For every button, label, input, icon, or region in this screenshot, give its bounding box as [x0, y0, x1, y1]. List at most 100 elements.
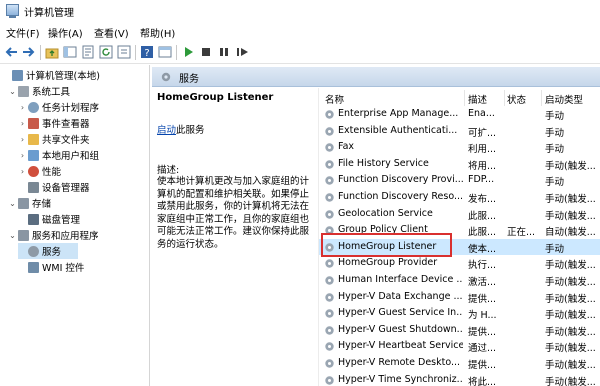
tree-item-task-scheduler[interactable]: › 任务计划程序 [18, 99, 99, 115]
service-startup-type: 手动(触发... [545, 194, 596, 205]
menu-action[interactable]: 操作(A) [48, 25, 83, 40]
service-description: 通过... [468, 343, 497, 355]
chevron-down-icon[interactable]: ⌄ [8, 87, 17, 96]
service-row[interactable]: Human Interface Device ... 激活... 手动(触发... [319, 272, 600, 289]
chevron-down-icon[interactable]: ⌄ [8, 199, 17, 208]
tree-item-services[interactable]: 服务 [18, 243, 78, 259]
column-divider[interactable] [504, 90, 505, 106]
up-folder-icon[interactable] [45, 45, 59, 59]
tree-item-local-users-groups[interactable]: › 本地用户和组 [18, 147, 99, 163]
service-row[interactable]: Hyper-V Heartbeat Service 通过... 手动(触发... [319, 338, 600, 355]
service-startup-type: 手动(触发... [545, 326, 596, 338]
service-name: Human Interface Device ... [338, 274, 463, 285]
start-service-link[interactable]: 启动 [157, 125, 176, 136]
menu-help[interactable]: 帮助(H) [140, 25, 175, 40]
service-gear-icon [325, 359, 334, 368]
refresh-icon[interactable] [99, 45, 113, 59]
chevron-right-icon[interactable]: › [18, 135, 27, 144]
chevron-right-icon[interactable]: › [18, 103, 27, 112]
service-row[interactable]: Hyper-V Data Exchange ... 提供... 手动(触发... [319, 289, 600, 306]
column-header-description[interactable]: 描述 [468, 92, 487, 106]
navigation-tree: 计算机管理(本地) ⌄ 系统工具 › 任务计划程序 › 事件查看器 › 共享文件… [0, 65, 150, 386]
disk-icon [28, 213, 39, 225]
column-divider[interactable] [541, 90, 542, 106]
stop-service-icon[interactable] [199, 45, 213, 59]
service-row[interactable]: Hyper-V Time Synchroniz... 将此... 手动(触发... [319, 372, 600, 386]
tree-item-shared-folders[interactable]: › 共享文件夹 [18, 131, 90, 147]
service-row[interactable]: Hyper-V Guest Shutdown... 提供... 手动(触发... [319, 322, 600, 339]
gear-icon [161, 72, 171, 82]
tree-item-disk-management[interactable]: 磁盘管理 [18, 211, 80, 227]
toolbar-separator [135, 45, 136, 60]
service-row[interactable]: Function Discovery Reso... 发布... 手动(触发... [319, 189, 600, 206]
column-divider[interactable] [464, 90, 465, 106]
show-hide-tree-icon[interactable] [63, 45, 77, 59]
service-name: HomeGroup Listener [338, 240, 437, 252]
tree-item-label: 本地用户和组 [42, 151, 100, 162]
service-gear-icon [325, 276, 334, 285]
tree-item-label: 磁盘管理 [42, 215, 81, 226]
service-description: FDP... [468, 174, 495, 186]
tree-item-label: WMI 控件 [42, 263, 85, 274]
service-row[interactable]: Extensible Authenticati... 可扩... 手动 [319, 123, 600, 140]
menu-view[interactable]: 查看(V) [94, 25, 129, 40]
tree-item-label: 事件查看器 [42, 119, 90, 130]
service-description: 可扩... [468, 127, 497, 139]
service-row[interactable]: Geolocation Service 此服... 手动(触发... [319, 206, 600, 223]
service-row[interactable]: Group Policy Client 此服... 正在... 自动(触发... [319, 222, 600, 239]
service-gear-icon [325, 110, 334, 119]
tree-item-label: 服务 [42, 247, 62, 258]
service-row[interactable]: Fax 利用... 手动 [319, 139, 600, 156]
tree-item-label: 性能 [42, 167, 62, 178]
tree-item-wmi-control[interactable]: WMI 控件 [18, 259, 84, 275]
tree-item-system-tools[interactable]: ⌄ 系统工具 [8, 83, 70, 99]
column-header-startup-type[interactable]: 启动类型 [545, 92, 583, 106]
export-list-icon[interactable] [117, 45, 131, 59]
tree-item-computer-management[interactable]: 计算机管理(本地) [2, 67, 100, 83]
service-row[interactable]: Enterprise App Manage... Ena... 手动 [319, 106, 600, 123]
service-description: 此服... [468, 210, 497, 222]
service-name: Function Discovery Reso... [338, 191, 463, 202]
service-description: 此服... [468, 227, 497, 239]
toolbar-separator [176, 45, 177, 60]
service-row[interactable]: Function Discovery Provi... FDP... 手动 [319, 172, 600, 189]
service-row[interactable]: HomeGroup Listener 使本... 手动 [319, 238, 600, 256]
properties-icon[interactable] [81, 45, 95, 59]
service-row[interactable]: Hyper-V Remote Deskto... 提供... 手动(触发... [319, 355, 600, 372]
column-header-name[interactable]: 名称 [325, 92, 344, 106]
tree-item-storage[interactable]: ⌄ 存储 [8, 195, 51, 211]
chevron-down-icon[interactable]: ⌄ [8, 231, 17, 240]
service-gear-icon [325, 143, 334, 152]
chevron-right-icon[interactable]: › [18, 151, 27, 160]
service-gear-icon [325, 176, 334, 186]
tree-item-event-viewer[interactable]: › 事件查看器 [18, 115, 90, 131]
service-startup-type: 手动(触发... [545, 376, 596, 386]
service-row[interactable]: File History Service 将用... 手动(触发... [319, 156, 600, 173]
services-header: 服务 [152, 67, 600, 87]
service-row[interactable]: Hyper-V Guest Service In... 为 H... 手动(触发..… [319, 305, 600, 322]
tree-item-services-and-applications[interactable]: ⌄ 服务和应用程序 [8, 227, 99, 243]
service-row[interactable]: HomeGroup Provider 执行... 手动(触发... [319, 255, 600, 272]
menu-file[interactable]: 文件(F) [6, 25, 40, 40]
forward-arrow-icon[interactable] [22, 45, 36, 59]
tree-item-label: 计算机管理(本地) [26, 71, 100, 82]
pause-service-icon[interactable] [217, 45, 231, 59]
chevron-right-icon[interactable]: › [18, 119, 27, 128]
storage-icon [18, 197, 29, 209]
chevron-right-icon[interactable]: › [18, 167, 27, 176]
console-icon[interactable] [158, 45, 172, 59]
service-gear-icon [325, 209, 334, 219]
service-gear-icon [325, 243, 334, 252]
service-description-pane: HomeGroup Listener 启动此服务 描述: 使本地计算机更改与加入… [152, 88, 318, 386]
service-description: 将用... [468, 160, 497, 172]
tree-item-performance[interactable]: › 性能 [18, 163, 61, 179]
services-apps-icon [18, 229, 29, 241]
help-icon[interactable]: ? [140, 45, 154, 59]
start-service-icon[interactable] [181, 45, 195, 59]
tree-item-device-manager[interactable]: 设备管理器 [18, 179, 90, 195]
restart-service-icon[interactable] [235, 45, 249, 59]
back-arrow-icon[interactable] [4, 45, 18, 59]
event-viewer-icon [28, 117, 39, 129]
device-manager-icon [28, 181, 39, 193]
column-header-status[interactable]: 状态 [507, 92, 526, 106]
